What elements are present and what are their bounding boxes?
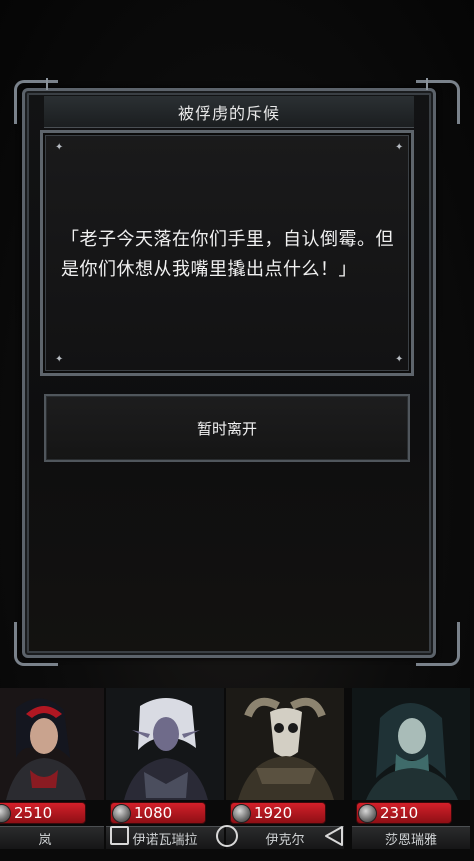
shield-icon bbox=[358, 804, 377, 823]
shield-icon bbox=[112, 804, 131, 823]
sparkle-icon: ✦ bbox=[55, 354, 64, 365]
sparkle-icon: ✦ bbox=[395, 142, 404, 153]
name-plate: 莎恩瑞雅 bbox=[352, 826, 470, 849]
hero-name: 莎恩瑞雅 bbox=[384, 832, 437, 848]
recent-apps-square-icon[interactable] bbox=[110, 826, 129, 845]
title-bar: 被俘虏的斥候 bbox=[44, 96, 414, 128]
hp-value: 1920 bbox=[254, 804, 293, 822]
sparkle-icon: ✦ bbox=[55, 142, 64, 153]
frame-corner-ornament bbox=[416, 80, 460, 124]
hero-portrait bbox=[352, 688, 470, 800]
dialog-text: 「老子今天落在你们手里，自认倒霉。但是你们休想从我嘴里撬出点什么！」 bbox=[61, 229, 394, 280]
dialog-box: ✦ ✦ ✦ ✦ 「老子今天落在你们手里，自认倒霉。但是你们休想从我嘴里撬出点什么… bbox=[40, 130, 414, 376]
sparkle-icon: ✦ bbox=[395, 354, 404, 365]
hp-value: 1080 bbox=[134, 804, 173, 822]
leave-button[interactable]: 暂时离开 bbox=[44, 394, 410, 462]
hero-card[interactable]: 2310 莎恩瑞雅 bbox=[352, 688, 470, 861]
back-triangle-icon[interactable] bbox=[322, 824, 346, 848]
hero-portrait bbox=[0, 688, 104, 800]
hp-value: 2310 bbox=[380, 804, 419, 822]
hero-name: 伊克尔 bbox=[265, 832, 305, 848]
name-plate: 岚 bbox=[0, 826, 104, 849]
shield-icon bbox=[232, 804, 251, 823]
hero-name: 伊诺瓦瑞拉 bbox=[132, 832, 198, 848]
event-title: 被俘虏的斥候 bbox=[177, 103, 280, 123]
leave-button-label: 暂时离开 bbox=[196, 419, 257, 438]
hero-portrait bbox=[226, 688, 344, 800]
hero-portrait bbox=[106, 688, 224, 800]
frame-spike bbox=[46, 78, 48, 90]
hero-name: 岚 bbox=[38, 832, 52, 848]
frame-spike bbox=[426, 78, 428, 90]
hp-value: 2510 bbox=[14, 804, 53, 822]
frame-corner-ornament bbox=[14, 622, 58, 666]
frame-corner-ornament bbox=[416, 622, 460, 666]
hero-card[interactable]: 2510 岚 bbox=[0, 688, 104, 861]
home-circle-icon[interactable] bbox=[216, 825, 238, 847]
